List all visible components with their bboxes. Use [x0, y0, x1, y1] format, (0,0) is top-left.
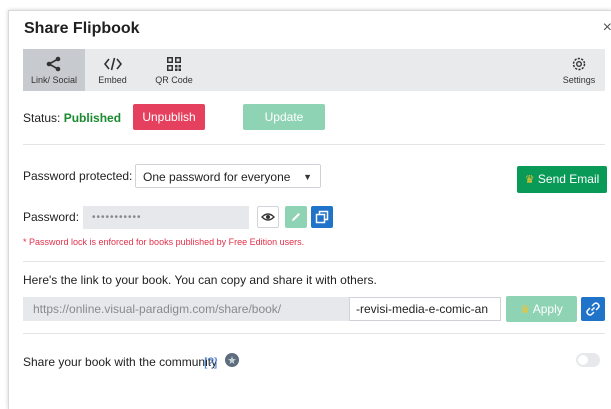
copy-password-button[interactable] — [311, 206, 333, 228]
divider — [23, 261, 605, 262]
apply-label: Apply — [532, 302, 563, 316]
help-link[interactable]: [?] — [204, 355, 217, 369]
url-slug-input[interactable] — [349, 297, 501, 321]
divider — [23, 144, 605, 145]
show-password-button[interactable] — [257, 206, 279, 228]
dialog-title: Share Flipbook — [24, 20, 140, 37]
qr-code-icon — [143, 54, 205, 74]
tab-label: Settings — [562, 75, 596, 85]
update-button[interactable]: Update — [243, 104, 325, 130]
code-icon — [85, 54, 140, 74]
crown-icon: ♛ — [524, 174, 535, 186]
password-label: Password: — [23, 210, 80, 224]
unpublish-button[interactable]: Unpublish — [133, 104, 205, 130]
toggle-knob — [578, 355, 588, 365]
tab-embed[interactable]: Embed — [85, 49, 140, 91]
share-flipbook-dialog: Share Flipbook × Link/ Social — [8, 10, 611, 409]
divider — [23, 333, 605, 334]
status-label: Status: Published — [23, 111, 121, 125]
gear-icon — [553, 54, 605, 74]
copy-icon — [315, 210, 329, 224]
tab-link-social[interactable]: Link/ Social — [23, 49, 85, 91]
send-email-label: Send Email — [537, 172, 600, 186]
status-badge: Published — [63, 111, 122, 125]
tab-label: Embed — [98, 75, 127, 85]
status-prefix: Status: — [23, 111, 61, 125]
base-url-field: https://online.visual-paradigm.com/share… — [23, 297, 349, 321]
password-field[interactable] — [83, 206, 249, 229]
crown-icon: ♛ — [520, 304, 531, 316]
apply-button[interactable]: ♛ Apply — [506, 296, 577, 322]
dialog-titlebar: Share Flipbook × — [9, 11, 611, 49]
link-icon — [586, 302, 600, 316]
eye-icon — [261, 213, 275, 221]
tab-settings[interactable]: Settings — [553, 49, 605, 91]
share-community-toggle[interactable] — [576, 353, 600, 367]
tab-qr-code[interactable]: QR Code — [143, 49, 205, 91]
chevron-down-icon: ▼ — [303, 172, 312, 182]
edit-password-button[interactable] — [285, 206, 307, 228]
pencil-icon — [292, 213, 300, 221]
community-label: Share your book with the community — [23, 355, 218, 369]
password-mode-value: One password for everyone — [143, 170, 291, 184]
password-protected-label: Password protected: — [23, 169, 133, 183]
community-icon — [225, 353, 239, 367]
link-intro: Here's the link to your book. You can co… — [23, 273, 377, 287]
send-email-button[interactable]: ♛ Send Email — [517, 166, 607, 193]
close-icon[interactable]: × — [603, 19, 611, 37]
tab-label: Link/ Social — [30, 75, 78, 85]
password-note: * Password lock is enforced for books pu… — [23, 237, 305, 247]
tab-bar: Link/ Social Embed QR Code Settings — [23, 49, 605, 91]
tab-label: QR Code — [155, 75, 193, 85]
password-mode-select[interactable]: One password for everyone ▼ — [135, 164, 321, 188]
share-icon — [23, 54, 85, 74]
copy-link-button[interactable] — [581, 297, 605, 321]
